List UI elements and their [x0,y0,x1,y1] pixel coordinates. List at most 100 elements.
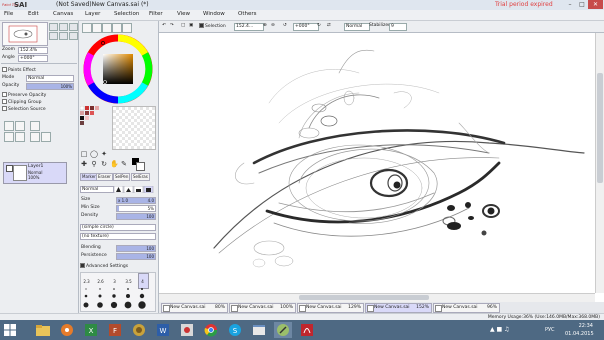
new-folder-button[interactable] [15,121,25,131]
toolbar-angle-field[interactable]: +000° [293,23,319,31]
acrobat-icon[interactable] [298,322,316,338]
close-button[interactable]: ✕ [588,0,603,9]
windows-start-icon[interactable] [4,324,16,336]
paint-tool-sai-task-icon[interactable] [274,322,292,338]
scratchpad[interactable] [112,106,156,150]
drawing-canvas[interactable] [159,33,595,291]
delete-layer-button[interactable] [41,132,51,142]
min-size-row[interactable]: Min Size 5% [80,205,156,212]
paint-app-icon[interactable] [178,322,196,338]
color-wheel[interactable] [83,34,153,104]
nav-rotate-left-button[interactable] [49,32,58,40]
horizontal-scrollbar[interactable] [159,293,595,302]
brush-shape-select[interactable]: (simple circle) [80,224,156,231]
navigator-preview[interactable] [2,22,48,46]
advanced-settings-toggle[interactable]: Advanced Settings [80,263,128,269]
move-tool-icon[interactable]: ✚ [80,160,88,168]
rotate-right-icon[interactable]: ↻ [317,23,321,29]
color-wheel-mode-button[interactable] [82,23,92,33]
redo-icon[interactable]: ↷ [170,23,174,29]
scratchpad-mode-button[interactable] [122,23,132,33]
color-swatches[interactable] [80,106,112,128]
menu-layer[interactable]: Layer [85,11,100,17]
invert-selection-icon[interactable]: ▣ [189,23,193,29]
toolbar-zoom-field[interactable]: 152.4... [234,23,264,31]
document-tab[interactable]: New Canvas.sai 100% [229,303,296,313]
document-tab[interactable]: New Canvas.sai 80% [161,303,228,313]
clear-layer-button[interactable] [30,132,40,142]
brush-size-row[interactable]: Size x 1.0 4.0 [80,197,156,204]
brush-edge-presets[interactable] [114,186,154,193]
chrome-icon[interactable] [202,322,220,338]
blending-row[interactable]: Blending 100 [80,245,156,252]
brush-texture-select[interactable]: (no texture) [80,233,156,240]
nav-reset-button[interactable] [69,23,78,31]
menu-window[interactable]: Window [203,11,225,17]
blending-slider[interactable]: 100 [116,245,156,252]
persistence-row[interactable]: Persistence 100 [80,253,156,260]
rgb-mode-button[interactable] [92,23,102,33]
zoom-out-icon[interactable]: ⊖ [271,23,275,29]
brush-size-presets[interactable]: 2.3 2.6 3 3.5 4 [80,272,156,312]
density-row[interactable]: Density 100 [80,213,156,220]
menu-others[interactable]: Others [238,11,256,17]
persistence-slider[interactable]: 100 [116,253,156,260]
menu-view[interactable]: View [177,11,190,17]
tool-tab-seleras[interactable]: SelEras [131,173,150,181]
layer-mask-button[interactable] [15,132,25,142]
clock-time[interactable]: 22:34 [565,323,593,329]
density-slider[interactable]: 100 [116,213,156,220]
zoom-field[interactable]: 152.4% [18,47,48,54]
media-app-icon[interactable]: F [106,322,124,338]
menu-file[interactable]: File [4,11,13,17]
vertical-scroll-thumb[interactable] [597,73,603,183]
window-app-icon[interactable] [250,322,268,338]
menu-filter[interactable]: Filter [149,11,163,17]
tool-tab-selpen[interactable]: SelPen [113,173,131,181]
menu-edit[interactable]: Edit [28,11,39,17]
layer-opacity-slider[interactable]: 100% [26,83,74,90]
menu-canvas[interactable]: Canvas [53,11,73,17]
stabilizer-select[interactable]: 9 [389,23,407,31]
new-layer-button[interactable] [4,121,14,131]
layer-copy-button[interactable] [30,121,40,131]
brush-mode-select[interactable]: Normal [80,186,114,193]
flip-horizontal-icon[interactable]: ⇄ [327,23,331,29]
rotate-tool-icon[interactable]: ↻ [100,160,108,168]
maximize-button[interactable]: □ [576,0,588,9]
vertical-scrollbar[interactable] [595,33,604,293]
swatch-mode-button[interactable] [112,23,122,33]
angle-field[interactable]: +000° [18,55,48,62]
photo-app-icon[interactable] [130,322,148,338]
selection-tool-icon[interactable]: □ [80,150,88,158]
layer-mode-select[interactable]: Normal [26,75,74,82]
eye-icon[interactable] [6,165,13,172]
rotate-left-icon[interactable]: ↺ [283,23,287,29]
tool-tab-eraser[interactable]: Eraser [96,173,113,181]
zoom-in-icon[interactable]: ⊕ [263,23,267,29]
undo-icon[interactable]: ↶ [162,23,166,29]
hand-tool-icon[interactable]: ✋ [110,160,119,168]
hsv-mode-button[interactable] [102,23,112,33]
nav-flip-button[interactable] [69,32,78,40]
file-explorer-icon[interactable] [34,322,52,338]
selection-toggle[interactable]: Selection [199,23,226,29]
document-app-icon[interactable]: W [154,322,172,338]
preserve-opacity-option[interactable]: Preserve Opacity [2,92,46,98]
clipping-group-option[interactable]: Clipping Group [2,99,41,105]
zoom-tool-icon[interactable]: ⚲ [90,160,98,168]
clock-date[interactable]: 01.04.2015 [565,331,594,337]
layer-item[interactable]: Layer1 Normal 100% [3,162,67,184]
size-slider[interactable]: x 1.0 4.0 [116,197,156,204]
secondary-color-swatch[interactable] [136,162,145,171]
magic-wand-icon[interactable]: ✦ [100,150,108,158]
lasso-tool-icon[interactable]: ◯ [90,150,98,158]
document-tab-active[interactable]: New Canvas.sai 152% [365,303,432,313]
selection-source-option[interactable]: Selection Source [2,106,46,112]
tray-icons[interactable]: ▲ ■ ♫ [490,326,509,333]
nav-zoom-in-button[interactable] [49,23,58,31]
nav-zoom-out-button[interactable] [59,23,68,31]
menu-selection[interactable]: Selection [114,11,139,17]
horizontal-scroll-thumb[interactable] [299,295,429,300]
skype-icon[interactable]: S [226,322,244,338]
